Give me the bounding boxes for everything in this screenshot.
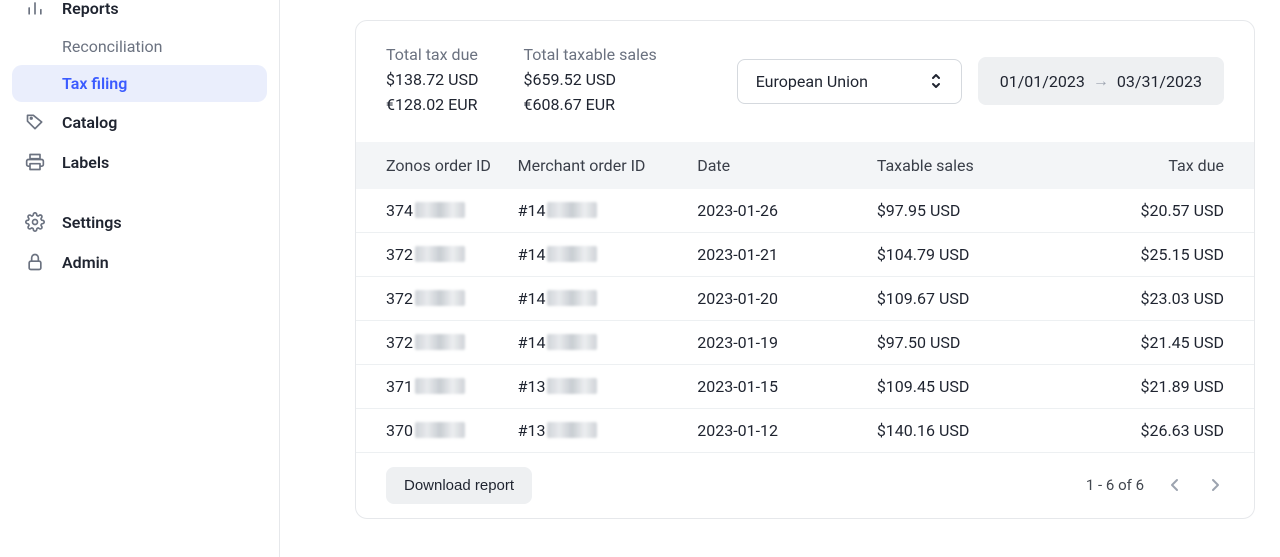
sidebar-item-label: Catalog (62, 113, 117, 132)
chevron-up-down-icon (929, 72, 943, 90)
sidebar-item-labels[interactable]: Labels (12, 142, 267, 182)
redacted-segment (415, 422, 465, 438)
merchant-id-prefix: #14 (518, 245, 546, 264)
table-row[interactable]: 372 #14 2023-01-20$109.67 USD$23.03 USD (356, 276, 1254, 320)
redacted-segment (415, 290, 465, 306)
cell-date: 2023-01-26 (697, 189, 877, 233)
orders-table: Zonos order ID Merchant order ID Date Ta… (356, 142, 1254, 452)
region-select-value: European Union (756, 72, 868, 91)
merchant-id-prefix: #14 (518, 201, 546, 220)
sidebar-item-label: Settings (62, 213, 122, 232)
sidebar-item-catalog[interactable]: Catalog (12, 102, 267, 142)
merchant-id-prefix: #13 (518, 377, 546, 396)
col-date: Date (697, 142, 877, 189)
region-select[interactable]: European Union (737, 59, 962, 104)
tag-icon (24, 111, 46, 133)
zonos-id-prefix: 372 (386, 245, 413, 264)
sidebar-item-label: Reconciliation (62, 37, 163, 56)
total-tax-due-label: Total tax due (386, 45, 479, 64)
date-range-picker[interactable]: 01/01/2023 → 03/31/2023 (978, 57, 1224, 105)
sidebar-item-reconciliation[interactable]: Reconciliation (12, 28, 267, 65)
zonos-id-prefix: 372 (386, 333, 413, 352)
cell-due: $20.57 USD (1074, 189, 1254, 233)
main-content: Total tax due $138.72 USD €128.02 EUR To… (280, 0, 1280, 557)
col-taxable-sales: Taxable sales (877, 142, 1075, 189)
sidebar-item-admin[interactable]: Admin (12, 242, 267, 282)
page-info: 1 - 6 of 6 (1086, 476, 1144, 494)
sidebar-item-label: Tax filing (62, 74, 127, 93)
summary-bar: Total tax due $138.72 USD €128.02 EUR To… (356, 21, 1254, 142)
cell-sales: $140.16 USD (877, 408, 1075, 452)
merchant-id-prefix: #14 (518, 333, 546, 352)
zonos-id-prefix: 371 (386, 377, 413, 396)
merchant-id-prefix: #13 (518, 421, 546, 440)
redacted-segment (547, 422, 597, 438)
cell-sales: $104.79 USD (877, 232, 1075, 276)
pagination: 1 - 6 of 6 (1086, 474, 1224, 496)
sidebar-item-settings[interactable]: Settings (12, 202, 267, 242)
cell-due: $26.63 USD (1074, 408, 1254, 452)
redacted-segment (547, 202, 597, 218)
cell-due: $23.03 USD (1074, 276, 1254, 320)
redacted-segment (415, 246, 465, 262)
sidebar-item-tax-filing[interactable]: Tax filing (12, 65, 267, 102)
total-taxable-sales-label: Total taxable sales (524, 45, 657, 64)
zonos-id-prefix: 370 (386, 421, 413, 440)
sidebar-item-reports[interactable]: Reports (12, 0, 267, 28)
sidebar: Reports Reconciliation Tax filing Catalo… (0, 0, 280, 557)
lock-icon (24, 251, 46, 273)
redacted-segment (547, 290, 597, 306)
gear-icon (24, 211, 46, 233)
merchant-id-prefix: #14 (518, 289, 546, 308)
redacted-segment (415, 202, 465, 218)
col-tax-due: Tax due (1074, 142, 1254, 189)
cell-date: 2023-01-21 (697, 232, 877, 276)
cell-date: 2023-01-19 (697, 320, 877, 364)
cell-sales: $97.95 USD (877, 189, 1075, 233)
total-taxable-sales-usd: $659.52 USD (524, 68, 657, 93)
redacted-segment (547, 246, 597, 262)
table-row[interactable]: 374 #14 2023-01-26$97.95 USD$20.57 USD (356, 189, 1254, 233)
cell-due: $21.45 USD (1074, 320, 1254, 364)
cell-date: 2023-01-12 (697, 408, 877, 452)
cell-date: 2023-01-20 (697, 276, 877, 320)
tax-filing-card: Total tax due $138.72 USD €128.02 EUR To… (355, 20, 1255, 519)
redacted-segment (415, 334, 465, 350)
col-zonos-id: Zonos order ID (356, 142, 518, 189)
page-next-button[interactable] (1206, 474, 1224, 496)
cell-due: $21.89 USD (1074, 364, 1254, 408)
cell-date: 2023-01-15 (697, 364, 877, 408)
total-tax-due-usd: $138.72 USD (386, 68, 479, 93)
sidebar-item-label: Labels (62, 153, 109, 172)
col-merchant-id: Merchant order ID (518, 142, 698, 189)
sidebar-item-label: Reports (62, 0, 119, 18)
sidebar-item-label: Admin (62, 253, 109, 272)
zonos-id-prefix: 372 (386, 289, 413, 308)
printer-icon (24, 151, 46, 173)
date-range-to: 03/31/2023 (1117, 72, 1202, 91)
page-prev-button[interactable] (1166, 474, 1184, 496)
cell-sales: $97.50 USD (877, 320, 1075, 364)
cell-due: $25.15 USD (1074, 232, 1254, 276)
zonos-id-prefix: 374 (386, 201, 413, 220)
table-row[interactable]: 370 #13 2023-01-12$140.16 USD$26.63 USD (356, 408, 1254, 452)
date-range-from: 01/01/2023 (1000, 72, 1085, 91)
total-tax-due-eur: €128.02 EUR (386, 93, 479, 118)
table-row[interactable]: 372 #14 2023-01-21$104.79 USD$25.15 USD (356, 232, 1254, 276)
download-report-button[interactable]: Download report (386, 467, 532, 504)
redacted-segment (547, 378, 597, 394)
cell-sales: $109.45 USD (877, 364, 1075, 408)
table-row[interactable]: 372 #14 2023-01-19$97.50 USD$21.45 USD (356, 320, 1254, 364)
total-taxable-sales-eur: €608.67 EUR (524, 93, 657, 118)
arrow-right-icon: → (1093, 71, 1109, 91)
redacted-segment (415, 378, 465, 394)
cell-sales: $109.67 USD (877, 276, 1075, 320)
total-tax-due: Total tax due $138.72 USD €128.02 EUR (386, 45, 479, 118)
total-taxable-sales: Total taxable sales $659.52 USD €608.67 … (524, 45, 657, 118)
table-row[interactable]: 371 #13 2023-01-15$109.45 USD$21.89 USD (356, 364, 1254, 408)
reports-icon (24, 0, 46, 19)
table-footer: Download report 1 - 6 of 6 (356, 452, 1254, 518)
redacted-segment (547, 334, 597, 350)
